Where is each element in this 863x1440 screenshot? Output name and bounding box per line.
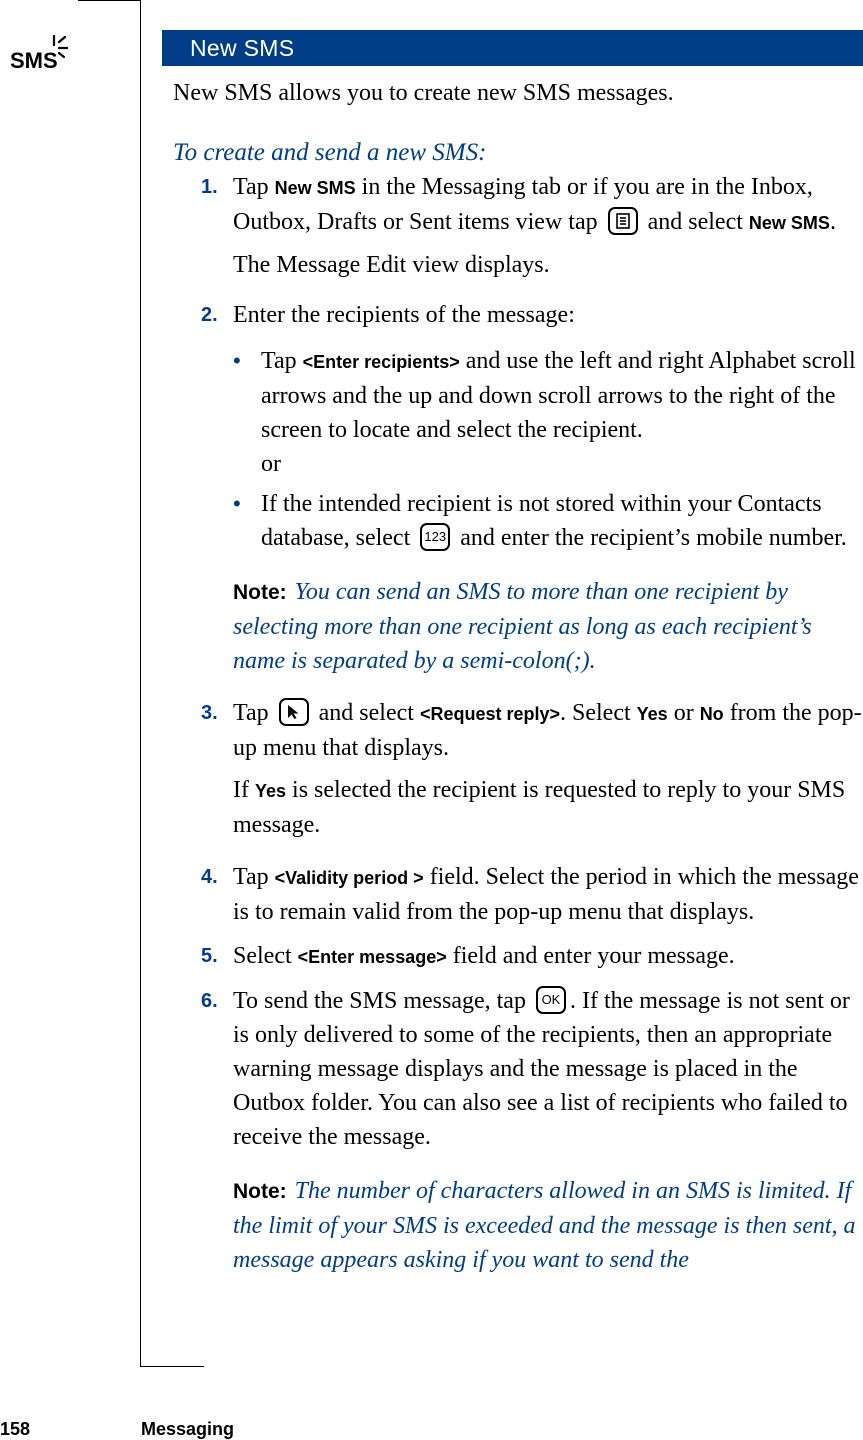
ok-icon: OK: [535, 986, 566, 1015]
note-label: Note:: [233, 1180, 287, 1203]
sms-logo-icon: SMS: [10, 34, 69, 72]
note: Note: You can send an SMS to more than on…: [233, 575, 863, 678]
pointer-icon: [278, 698, 309, 727]
text: If: [233, 777, 255, 803]
ui-term: <Request reply>: [419, 704, 560, 724]
step-text: To send the SMS message, tap OK. If the …: [233, 984, 863, 1154]
step-text: Enter the recipients of the message:: [233, 302, 575, 328]
menu-icon: [607, 207, 638, 236]
step-4: 4. Tap <Validity period > field. Select …: [173, 860, 863, 929]
step-number: 4.: [201, 866, 218, 888]
step-1: 1. Tap New SMS in the Messaging tab or i…: [173, 170, 863, 282]
bullet-icon: •: [233, 491, 241, 516]
bullet-icon: •: [233, 348, 241, 373]
text: and select: [312, 700, 420, 726]
numeric-keypad-icon: 123: [420, 523, 451, 552]
procedure-steps: 1. Tap New SMS in the Messaging tab or i…: [173, 170, 863, 1289]
text: Tap: [233, 700, 275, 726]
step-6: 6. To send the SMS message, tap OK. If t…: [173, 984, 863, 1277]
step-text: Select <Enter message> field and enter y…: [233, 939, 863, 974]
text: or: [667, 700, 700, 726]
note-label: Note:: [233, 581, 287, 604]
step-text: Tap <Validity period > field. Select the…: [233, 860, 863, 929]
step-2: 2. Enter the recipients of the message: …: [173, 298, 863, 678]
ui-term: <Enter message>: [297, 947, 447, 967]
page-frame-top-line: [78, 0, 141, 1]
text: .: [829, 209, 836, 235]
note-text: The number of characters allowed in an S…: [233, 1178, 856, 1273]
procedure-title: To create and send a new SMS:: [173, 139, 487, 166]
sms-logo-text: SMS: [10, 48, 58, 72]
page-frame-bottom-line: [140, 1366, 204, 1367]
chapter-title: Messaging: [141, 1419, 235, 1439]
step-result: The Message Edit view displays.: [233, 252, 550, 278]
text: Tap: [233, 864, 275, 890]
ui-term: <Enter recipients>: [302, 352, 460, 372]
text: Tap: [261, 348, 303, 374]
note: Note: The number of characters allowed in…: [233, 1174, 863, 1277]
bullet-item: • If the intended recipient is not store…: [233, 487, 863, 555]
text: is selected the recipient is requested t…: [233, 777, 846, 838]
intro-text: New SMS allows you to create new SMS mes…: [173, 80, 674, 106]
step-number: 3.: [201, 702, 218, 724]
ui-term: No: [699, 704, 724, 724]
text: and enter the recipient’s mobile number.: [454, 525, 847, 551]
ui-term: New SMS: [748, 213, 830, 233]
ui-term: New SMS: [274, 178, 356, 198]
step-3: 3. Tap and select <Request reply>. Selec…: [173, 696, 863, 842]
page-frame-left-line: [140, 0, 141, 1366]
step-result: If Yes is selected the recipient is requ…: [233, 773, 863, 842]
ui-term: <Validity period >: [274, 868, 424, 888]
text: . Select: [560, 700, 637, 726]
ui-term: Yes: [254, 781, 287, 801]
step-number: 2.: [201, 304, 218, 326]
text: Select: [233, 943, 298, 969]
text: Tap: [233, 174, 275, 200]
page-number: 158: [0, 1419, 31, 1439]
bullet-item: • Tap <Enter recipients> and use the lef…: [233, 344, 863, 481]
text: field and enter your message.: [446, 943, 735, 969]
step-number: 5.: [201, 945, 218, 967]
step-number: 6.: [201, 990, 218, 1012]
step-text: Tap and select <Request reply>. Select Y…: [233, 696, 863, 765]
note-text: You can send an SMS to more than one rec…: [233, 579, 812, 674]
ui-term: Yes: [636, 704, 668, 724]
text: To send the SMS message, tap: [233, 988, 532, 1014]
step-text: Tap New SMS in the Messaging tab or if y…: [233, 170, 863, 240]
section-header: New SMS: [162, 30, 863, 66]
step-5: 5. Select <Enter message> field and ente…: [173, 939, 863, 974]
or-text: or: [261, 451, 281, 477]
text: and select: [641, 209, 749, 235]
step-number: 1.: [201, 176, 218, 198]
